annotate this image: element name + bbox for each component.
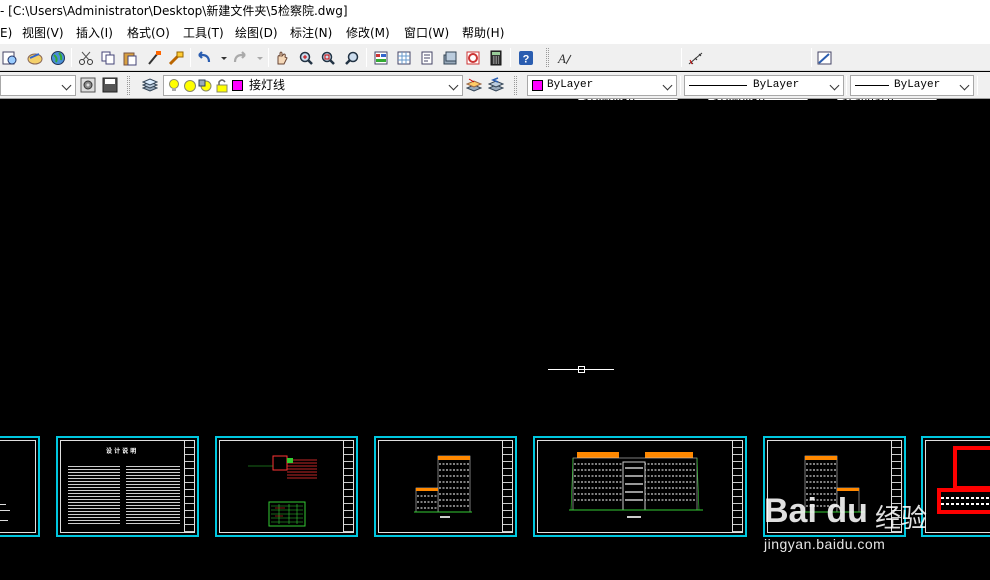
menu-edit[interactable]: E) <box>0 25 12 41</box>
design-center-icon[interactable] <box>396 50 412 66</box>
baidu-logo: Bai du <box>764 492 868 530</box>
layers-toolbar: 接灯线 ByLayer ByLayer ByLayer <box>0 72 990 99</box>
svg-text:A: A <box>557 51 566 66</box>
linetype-combo[interactable]: ByLayer <box>684 75 844 96</box>
window-title: - [C:\Users\Administrator\Desktop\新建文件夹\… <box>0 0 990 22</box>
sun-icon[interactable] <box>183 78 197 93</box>
layer-previous-icon[interactable] <box>488 77 504 93</box>
lineweight-preview <box>855 85 889 86</box>
sheet-set-icon[interactable] <box>442 50 458 66</box>
pan-icon[interactable] <box>274 50 290 66</box>
menu-insert[interactable]: 插入(I) <box>76 25 113 41</box>
menu-tools[interactable]: 工具(T) <box>183 25 224 41</box>
pickbox <box>578 366 585 373</box>
design-notes-title: 设 计 说 明 <box>106 448 137 455</box>
svg-text:?: ? <box>523 54 530 66</box>
redo-dropdown-icon[interactable] <box>252 50 268 66</box>
dimension-style-icon[interactable] <box>688 50 704 66</box>
make-object-layer-current-icon[interactable] <box>466 77 482 93</box>
drawing-sheet-1[interactable] <box>0 436 40 537</box>
lock-icon[interactable] <box>215 78 229 93</box>
layer-manager-icon[interactable] <box>142 77 158 93</box>
jingyan-logo: 经验 <box>875 504 928 534</box>
chevron-down-icon[interactable] <box>447 76 462 95</box>
chevron-down-icon[interactable] <box>828 76 843 95</box>
standard-toolbar: ? A STANDARD STANDARD Standard <box>0 44 990 112</box>
help-icon[interactable]: ? <box>518 50 534 66</box>
paste-icon[interactable] <box>122 50 138 66</box>
workspace-settings-icon[interactable] <box>80 77 96 93</box>
menu-format[interactable]: 格式(O) <box>127 25 170 41</box>
chevron-down-icon[interactable] <box>958 76 973 95</box>
zoom-previous-icon[interactable] <box>344 50 360 66</box>
undo-icon[interactable] <box>196 50 212 66</box>
workspace-combo[interactable] <box>0 75 76 96</box>
chevron-down-icon[interactable] <box>60 76 75 95</box>
tool-palettes-icon[interactable] <box>419 50 435 66</box>
menu-dimension[interactable]: 标注(N) <box>290 25 332 41</box>
drawing-sheet-3[interactable] <box>215 436 358 537</box>
undo-dropdown-icon[interactable] <box>216 50 232 66</box>
redo-icon[interactable] <box>232 50 248 66</box>
watermark-url: jingyan.baidu.com <box>764 536 886 552</box>
drawing-sheet-4[interactable] <box>374 436 517 537</box>
layer-combo[interactable]: 接灯线 <box>163 75 463 96</box>
viewport-freeze-icon[interactable] <box>198 78 212 93</box>
match-properties-icon[interactable] <box>146 50 162 66</box>
elevation-drawing <box>414 455 472 518</box>
floor-plan-drawing <box>937 446 990 514</box>
publish-icon[interactable] <box>27 50 43 66</box>
layer-name: 接灯线 <box>249 78 286 92</box>
table-style-icon[interactable] <box>817 50 833 66</box>
properties-icon[interactable] <box>373 50 389 66</box>
markup-set-icon[interactable] <box>465 50 481 66</box>
site-plan-drawing <box>248 455 317 527</box>
brush-icon[interactable] <box>168 50 184 66</box>
copy-icon[interactable] <box>100 50 116 66</box>
menu-help[interactable]: 帮助(H) <box>462 25 504 41</box>
text-style-icon[interactable]: A <box>557 50 573 66</box>
front-elevation-drawing <box>569 452 703 518</box>
menu-modify[interactable]: 修改(M) <box>346 25 390 41</box>
menu-view[interactable]: 视图(V) <box>22 25 64 41</box>
chevron-down-icon[interactable] <box>661 76 676 95</box>
menu-window[interactable]: 窗口(W) <box>404 25 449 41</box>
globe-icon[interactable] <box>50 50 66 66</box>
cut-icon[interactable] <box>78 50 94 66</box>
lightbulb-icon[interactable] <box>167 78 181 93</box>
lineweight-combo[interactable]: ByLayer <box>850 75 974 96</box>
menu-bar: E) 视图(V) 插入(I) 格式(O) 工具(T) 绘图(D) 标注(N) 修… <box>0 22 990 44</box>
drawing-sheet-2[interactable]: 设 计 说 明 <box>56 436 199 537</box>
workspace-save-icon[interactable] <box>102 77 118 93</box>
zoom-window-icon[interactable] <box>320 50 336 66</box>
linetype-preview <box>689 85 747 86</box>
plot-preview-icon[interactable] <box>2 50 18 66</box>
drawing-sheet-5[interactable] <box>533 436 747 537</box>
zoom-realtime-icon[interactable] <box>298 50 314 66</box>
calculator-icon[interactable] <box>488 50 504 66</box>
layer-color-swatch <box>232 80 243 91</box>
menu-draw[interactable]: 绘图(D) <box>235 25 278 41</box>
color-swatch <box>532 80 543 91</box>
color-combo[interactable]: ByLayer <box>527 75 677 96</box>
drawing-sheet-7[interactable] <box>921 436 990 537</box>
